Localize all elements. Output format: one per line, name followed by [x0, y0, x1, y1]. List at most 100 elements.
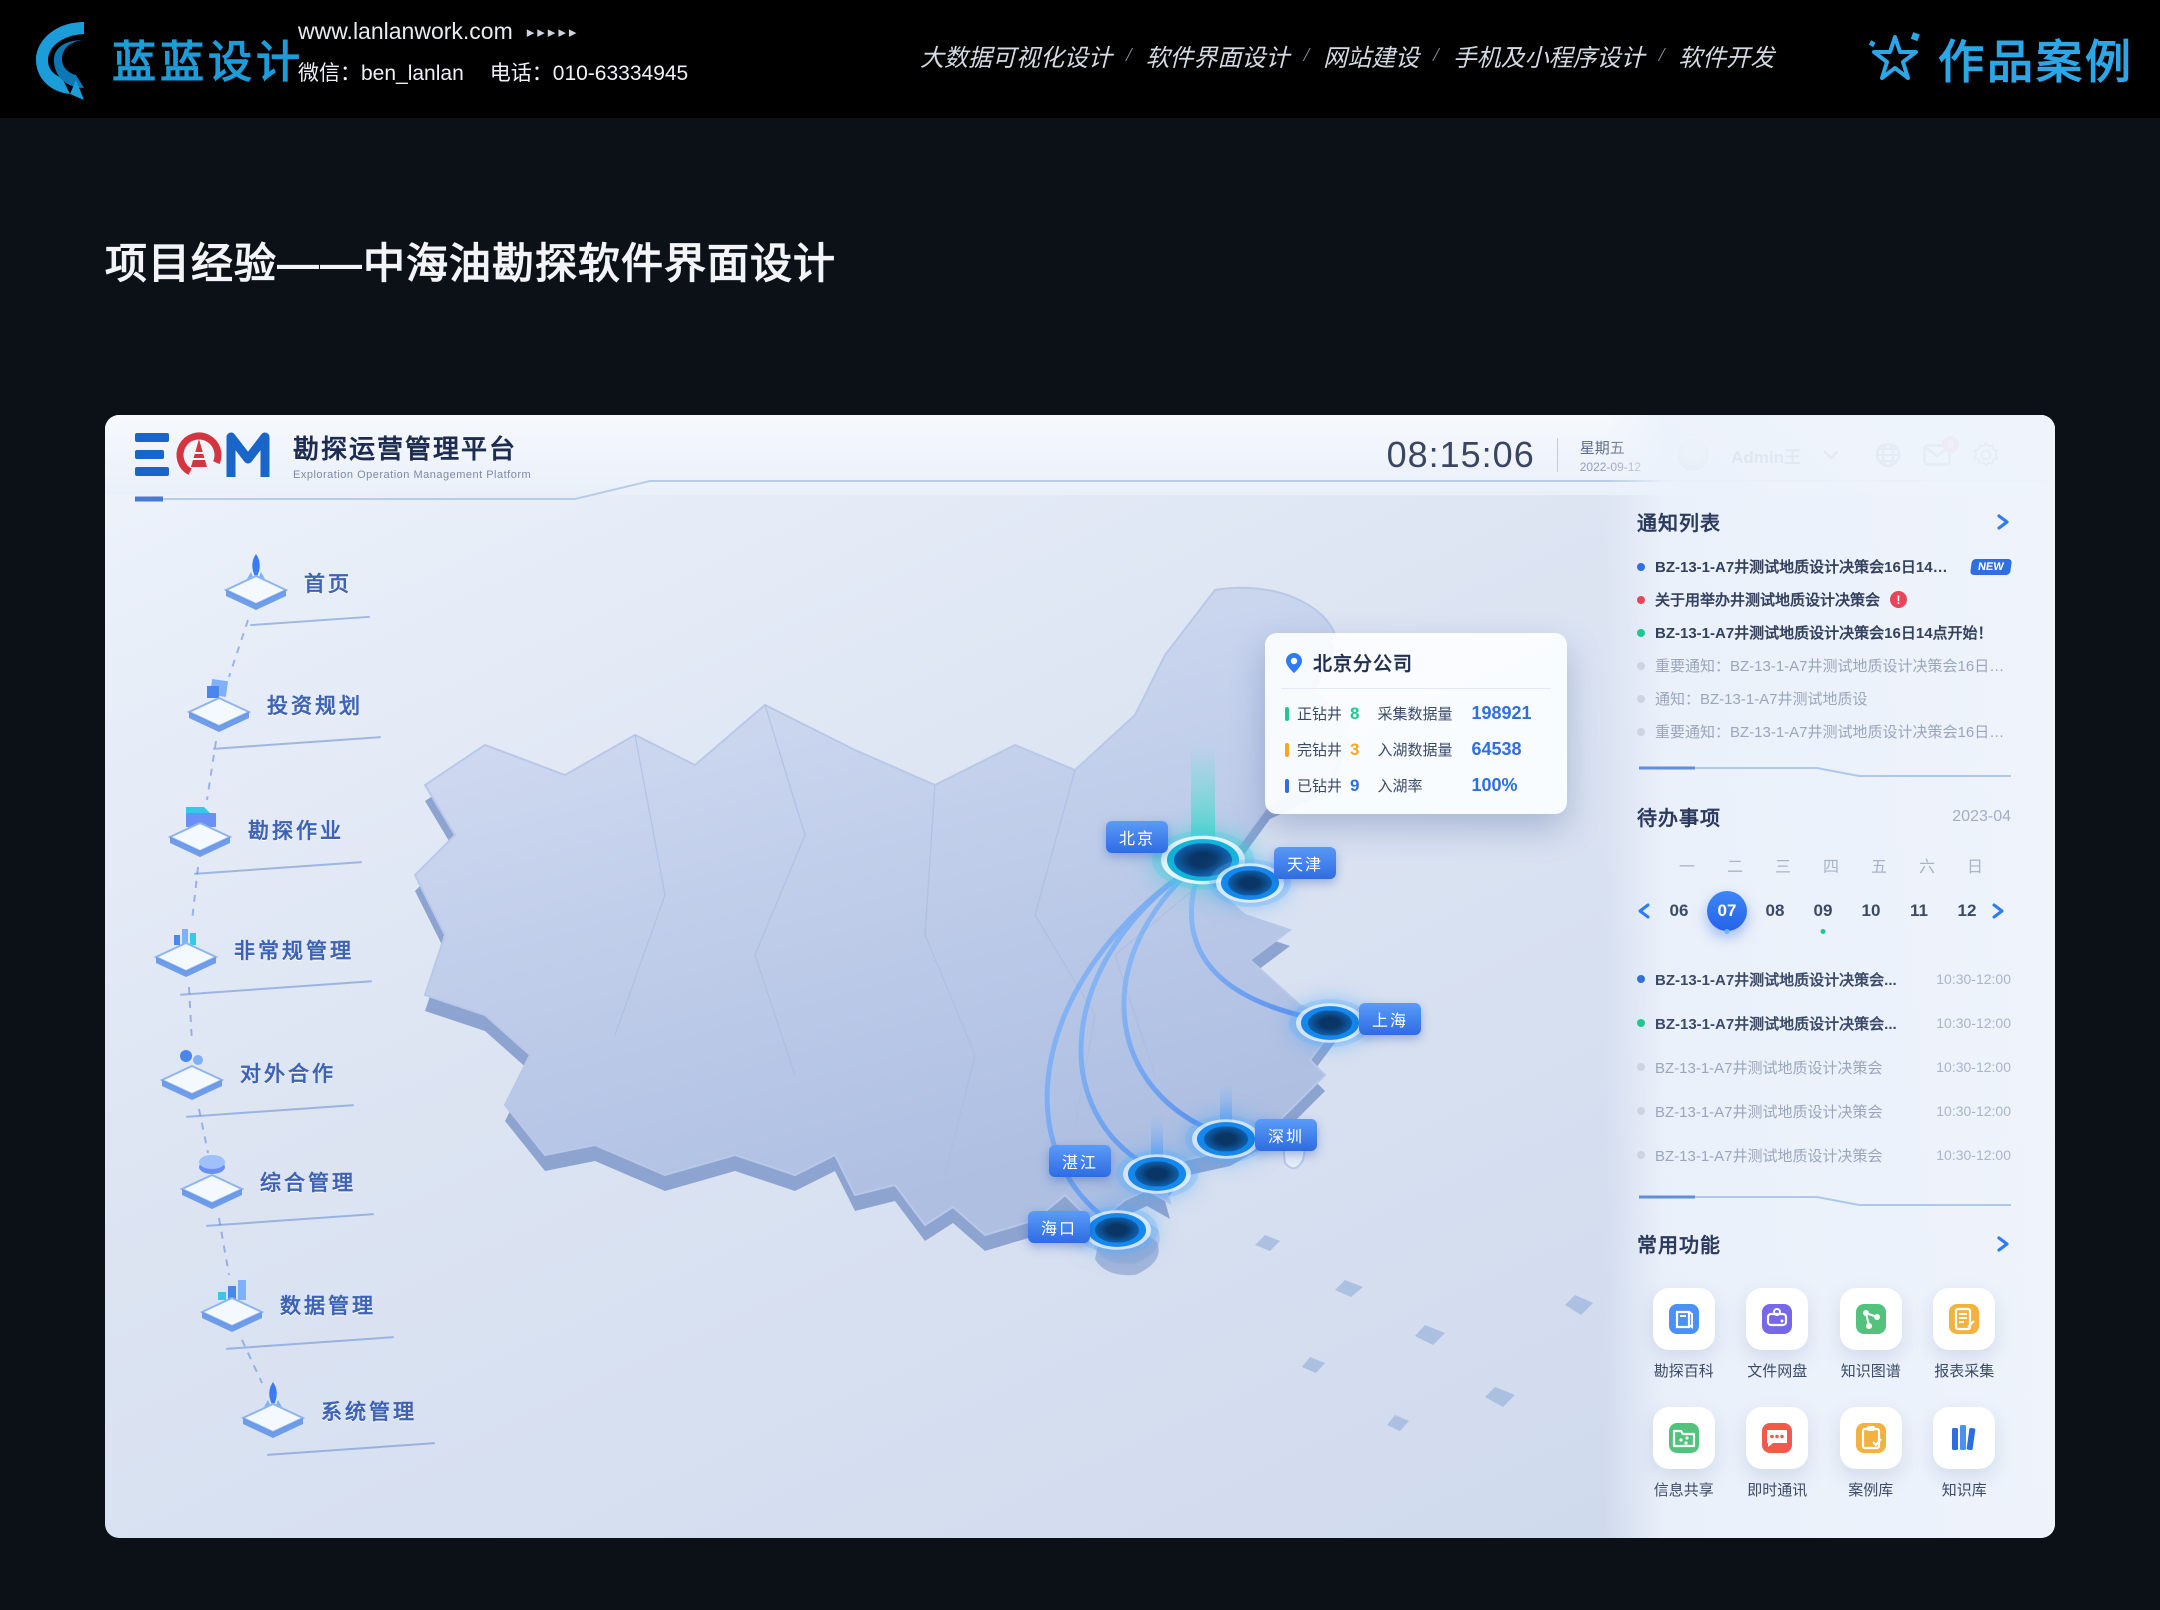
- functions-grid: 勘探百科 文件网盘 知识图谱: [1637, 1288, 2011, 1500]
- calendar-next-icon[interactable]: [1991, 903, 2005, 919]
- notification-item[interactable]: 重要通知：BZ-13-1-A7井测试地质设计决策会16日14...: [1637, 649, 2011, 682]
- func-info-sharing[interactable]: 信息共享: [1637, 1407, 1731, 1500]
- external-cooperation-icon: [156, 1042, 228, 1104]
- sidebar-item-label: 数据管理: [280, 1290, 376, 1320]
- stat-completed: 完钻井 3: [1285, 739, 1359, 760]
- todo-header: 待办事项 2023-04: [1637, 802, 2011, 831]
- chevron-right-icon[interactable]: [1995, 514, 2011, 530]
- notification-item[interactable]: BZ-13-1-A7井测试地质设计决策会16日14点开始！: [1637, 616, 2011, 649]
- calendar-date[interactable]: 06: [1655, 887, 1703, 935]
- marker-zhanjiang[interactable]: [1128, 1157, 1186, 1191]
- exploration-ops-icon: [164, 799, 236, 861]
- site-url[interactable]: www.lanlanwork.com: [298, 18, 513, 45]
- investment-planning-icon: [183, 674, 255, 736]
- dashboard-screenshot: 勘探运营管理平台 Exploration Operation Managemen…: [105, 415, 2055, 1538]
- notifications-header: 通知列表: [1637, 507, 2011, 536]
- func-report-collection[interactable]: 报表采集: [1918, 1288, 2012, 1381]
- event-dot-blue: [1725, 929, 1730, 934]
- chevron-right-icon[interactable]: [1995, 1236, 2011, 1252]
- todo-item[interactable]: BZ-13-1-A7井测试地质设计决策会... 10:30-12:00: [1637, 1001, 2011, 1045]
- unconventional-mgmt-icon: [150, 919, 222, 981]
- city-label-haikou[interactable]: 海口: [1028, 1211, 1090, 1243]
- func-exploration-wiki[interactable]: 勘探百科: [1637, 1288, 1731, 1381]
- status-dot: [1637, 975, 1645, 983]
- status-dot: [1637, 1063, 1645, 1071]
- calendar-weekday-row: 一 二 三 四 五 六 日: [1663, 853, 2011, 877]
- graph-icon: [1851, 1299, 1891, 1339]
- beijing-branch-popup: 北京分公司 正钻井 8 完钻井 3 已钻井 9: [1265, 633, 1567, 814]
- calendar-date[interactable]: 11: [1895, 887, 1943, 935]
- calendar-date-selected[interactable]: 07: [1703, 887, 1751, 935]
- sidebar-item-investment-planning[interactable]: 投资规划: [183, 674, 363, 736]
- marker-shenzhen[interactable]: [1197, 1122, 1255, 1156]
- sidebar-item-label: 勘探作业: [248, 815, 344, 845]
- calendar-date-row: 06 07 08 09 10 11 12: [1637, 887, 2011, 935]
- calendar-date[interactable]: 08: [1751, 887, 1799, 935]
- section-divider: [1637, 764, 2011, 780]
- tick-orange: [1285, 743, 1289, 757]
- sidebar-item-external-cooperation[interactable]: 对外合作: [156, 1042, 336, 1104]
- site-header: 蓝蓝设计 www.lanlanwork.com ▸▸▸▸▸ 微信：ben_lan…: [0, 0, 2160, 118]
- city-label-zhanjiang[interactable]: 湛江: [1049, 1145, 1111, 1177]
- star-wand-icon: [1866, 29, 1924, 89]
- sidebar-item-home[interactable]: 首页: [220, 552, 352, 614]
- sidebar-item-data-mgmt[interactable]: 数据管理: [196, 1274, 376, 1336]
- chat-icon: [1757, 1418, 1797, 1458]
- wechat-label: 微信：ben_lanlan: [298, 57, 464, 87]
- weekday-wed: 三: [1759, 853, 1807, 877]
- city-label-shenzhen[interactable]: 深圳: [1255, 1119, 1317, 1151]
- functions-header: 常用功能: [1637, 1229, 2011, 1258]
- weekday-tue: 二: [1711, 853, 1759, 877]
- sidebar-item-label: 投资规划: [267, 690, 363, 720]
- city-label-beijing[interactable]: 北京: [1106, 821, 1168, 853]
- func-file-drive[interactable]: 文件网盘: [1731, 1288, 1825, 1381]
- func-case-library[interactable]: 案例库: [1824, 1407, 1918, 1500]
- calendar-prev-icon[interactable]: [1637, 903, 1651, 919]
- city-label-tianjin[interactable]: 天津: [1274, 847, 1336, 879]
- sidebar-item-label: 系统管理: [321, 1396, 417, 1426]
- status-dot: [1637, 1107, 1645, 1115]
- sidebar-item-comprehensive-mgmt[interactable]: 综合管理: [176, 1151, 356, 1213]
- stat-lake-rate: 入湖率 100%: [1377, 775, 1531, 796]
- sidebar-item-unconventional-mgmt[interactable]: 非常规管理: [150, 919, 354, 981]
- func-instant-messaging[interactable]: 即时通讯: [1731, 1407, 1825, 1500]
- tick-blue: [1285, 779, 1289, 793]
- nav-item-mobile-miniapp[interactable]: 手机及小程序设计: [1453, 38, 1645, 73]
- todo-item[interactable]: BZ-13-1-A7井测试地质设计决策会 10:30-12:00: [1637, 1045, 2011, 1089]
- sidebar-item-system-mgmt[interactable]: 系统管理: [237, 1380, 417, 1442]
- section-divider: [1637, 1193, 2011, 1209]
- todo-item[interactable]: BZ-13-1-A7井测试地质设计决策会 10:30-12:00: [1637, 1133, 2011, 1177]
- city-label-shanghai[interactable]: 上海: [1359, 1003, 1421, 1035]
- sidebar-item-exploration-ops[interactable]: 勘探作业: [164, 799, 344, 861]
- nav-item-software-ui[interactable]: 软件界面设计: [1146, 38, 1290, 73]
- event-dot-green: [1821, 929, 1826, 934]
- func-knowledge-graph[interactable]: 知识图谱: [1824, 1288, 1918, 1381]
- lanlan-logo[interactable]: 蓝蓝设计: [26, 14, 304, 102]
- calendar-date[interactable]: 09: [1799, 887, 1847, 935]
- nav-item-software-dev[interactable]: 软件开发: [1678, 38, 1774, 73]
- popup-title: 北京分公司: [1313, 649, 1413, 676]
- data-mgmt-icon: [196, 1274, 268, 1336]
- share-folder-icon: [1664, 1418, 1704, 1458]
- func-knowledge-base[interactable]: 知识库: [1918, 1407, 2012, 1500]
- todo-item[interactable]: BZ-13-1-A7井测试地质设计决策会 10:30-12:00: [1637, 1089, 2011, 1133]
- weekday-thu: 四: [1807, 853, 1855, 877]
- contact-block: www.lanlanwork.com ▸▸▸▸▸ 微信：ben_lanlan 电…: [298, 18, 688, 87]
- nav-item-website[interactable]: 网站建设: [1323, 38, 1419, 73]
- todo-list: BZ-13-1-A7井测试地质设计决策会... 10:30-12:00 BZ-1…: [1637, 957, 2011, 1177]
- todo-item[interactable]: BZ-13-1-A7井测试地质设计决策会... 10:30-12:00: [1637, 957, 2011, 1001]
- location-pin-icon: [1285, 652, 1303, 674]
- marker-shanghai[interactable]: [1301, 1006, 1359, 1040]
- nav-item-bigdata-viz[interactable]: 大数据可视化设计: [920, 38, 1112, 73]
- calendar-date[interactable]: 12: [1943, 887, 1991, 935]
- notification-item[interactable]: 通知：BZ-13-1-A7井测试地质设: [1637, 682, 2011, 715]
- marker-haikou[interactable]: [1088, 1213, 1146, 1247]
- notification-item[interactable]: 重要通知：BZ-13-1-A7井测试地质设计决策会16日14...: [1637, 715, 2011, 748]
- marker-tianjin[interactable]: [1221, 866, 1279, 900]
- notification-item[interactable]: 关于用举办井测试地质设计决策会 !: [1637, 583, 2011, 616]
- portfolio-link[interactable]: 作品案例: [1866, 26, 2134, 92]
- clipboard-icon: [1851, 1418, 1891, 1458]
- notification-item[interactable]: BZ-13-1-A7井测试地质设计决策会16日14点开始 NEW: [1637, 550, 2011, 583]
- status-dot: [1637, 662, 1645, 670]
- calendar-date[interactable]: 10: [1847, 887, 1895, 935]
